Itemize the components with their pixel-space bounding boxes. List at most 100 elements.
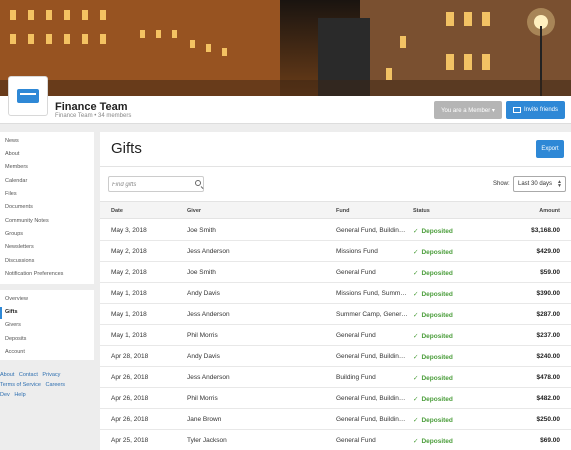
cell-date: May 2, 2018 — [111, 269, 147, 276]
table-row[interactable]: May 2, 2018 Joe Smith General Fund ✓ Deposit… — [100, 262, 571, 283]
cell-giver[interactable]: Phil Morris — [187, 332, 218, 339]
cell-amount: $59.00 — [540, 269, 560, 276]
table-row[interactable]: May 1, 2018 Andy Davis Missions Fund, Summ… — [100, 283, 571, 304]
check-icon: ✓ — [413, 270, 419, 277]
footer-link-contact[interactable]: Contact — [19, 372, 38, 378]
footer-links: About Contact Privacy Terms of Service C… — [0, 370, 94, 400]
cell-giver[interactable]: Andy Davis — [187, 353, 220, 360]
column-header-fund[interactable]: Fund — [336, 208, 349, 214]
table-row[interactable]: May 1, 2018 Phil Morris General Fund ✓ Depos… — [100, 325, 571, 346]
cell-amount: $237.00 — [536, 332, 561, 339]
sidebar-item-discussions[interactable]: Discussions — [5, 258, 34, 264]
cell-date: May 1, 2018 — [111, 332, 147, 339]
cell-giver[interactable]: Andy Davis — [187, 290, 220, 297]
table-row[interactable]: Apr 25, 2018 Tyler Jackson General Fund ✓ De… — [100, 430, 571, 450]
cell-giver[interactable]: Phil Morris — [187, 395, 218, 402]
sidebar-item-documents[interactable]: Documents — [5, 204, 33, 210]
sidebar-item-files[interactable]: Files — [5, 191, 17, 197]
cover-photo — [0, 0, 571, 96]
cell-status: ✓ Deposited — [413, 353, 453, 361]
cell-fund: Missions Fund — [336, 248, 378, 255]
sidebar-item-members[interactable]: Members — [5, 164, 28, 170]
membership-dropdown[interactable]: You are a Member ▾ — [434, 101, 502, 119]
cell-amount: $390.00 — [536, 290, 561, 297]
subnav-item-givers[interactable]: Givers — [5, 322, 21, 328]
cell-amount: $250.00 — [536, 416, 561, 423]
status-label: Deposited — [421, 333, 453, 340]
sidebar-item-calendar[interactable]: Calendar — [5, 178, 27, 184]
sidebar-item-news[interactable]: News — [5, 138, 19, 144]
table-row[interactable]: May 3, 2018 Joe Smith General Fund, Buildi… — [100, 220, 571, 241]
status-label: Deposited — [421, 417, 453, 424]
cell-fund: Missions Fund, Summer Camp — [336, 290, 408, 297]
table-row[interactable]: Apr 26, 2018 Jess Anderson Building Fund ✓ D… — [100, 367, 571, 388]
cell-date: Apr 26, 2018 — [111, 374, 149, 381]
cell-amount: $482.00 — [536, 395, 561, 402]
footer-link-about[interactable]: About — [0, 372, 14, 378]
caret-icon: ▲ ▼ — [557, 179, 562, 189]
cell-giver[interactable]: Jane Brown — [187, 416, 221, 423]
group-name[interactable]: Finance Team — [55, 101, 128, 113]
subnav-item-deposits[interactable]: Deposits — [5, 336, 26, 342]
check-icon: ✓ — [413, 417, 419, 424]
cell-fund: General Fund — [336, 437, 376, 444]
sidebar-item-community-notes[interactable]: Community Notes — [5, 218, 49, 224]
subnav-item-account[interactable]: Account — [5, 349, 25, 355]
footer-link-dev[interactable]: Dev — [0, 392, 10, 398]
active-indicator — [0, 307, 2, 319]
sidebar-item-notification-preferences[interactable]: Notification Preferences — [5, 271, 63, 277]
table-row[interactable]: May 2, 2018 Jess Anderson Missions Fund ✓ De… — [100, 241, 571, 262]
cell-giver[interactable]: Joe Smith — [187, 227, 216, 234]
cell-fund: General Fund, Building Fund — [336, 227, 408, 234]
column-header-status[interactable]: Status — [413, 208, 430, 214]
cell-date: Apr 25, 2018 — [111, 437, 149, 444]
cell-status: ✓ Deposited — [413, 311, 453, 319]
cell-giver[interactable]: Jess Anderson — [187, 374, 230, 381]
subnav-item-gifts[interactable]: Gifts — [5, 309, 18, 315]
sidebar-item-groups[interactable]: Groups — [5, 231, 23, 237]
check-icon: ✓ — [413, 291, 419, 298]
column-header-amount[interactable]: Amount — [539, 208, 560, 214]
column-header-giver[interactable]: Giver — [187, 208, 201, 214]
group-avatar[interactable] — [8, 76, 48, 116]
cell-date: May 3, 2018 — [111, 227, 147, 234]
status-label: Deposited — [421, 291, 453, 298]
cell-giver[interactable]: Joe Smith — [187, 269, 216, 276]
table-row[interactable]: May 1, 2018 Jess Anderson Summer Camp, Gen… — [100, 304, 571, 325]
footer-link-help[interactable]: Help — [14, 392, 25, 398]
cell-giver[interactable]: Tyler Jackson — [187, 437, 227, 444]
check-icon: ✓ — [413, 438, 419, 445]
check-icon: ✓ — [413, 228, 419, 235]
invite-friends-label: Invite friends — [523, 107, 559, 113]
cell-fund: General Fund — [336, 269, 376, 276]
credit-card-icon — [17, 89, 39, 103]
status-label: Deposited — [421, 438, 453, 445]
sidebar-item-newsletters[interactable]: Newsletters — [5, 244, 34, 250]
cell-date: May 1, 2018 — [111, 290, 147, 297]
footer-link-privacy[interactable]: Privacy — [42, 372, 60, 378]
table-row[interactable]: Apr 26, 2018 Jane Brown General Fund, Buil… — [100, 409, 571, 430]
cell-status: ✓ Deposited — [413, 332, 453, 340]
footer-link-terms[interactable]: Terms of Service — [0, 382, 41, 388]
table-row[interactable]: Apr 28, 2018 Andy Davis General Fund, Buil… — [100, 346, 571, 367]
sidebar-item-about[interactable]: About — [5, 151, 19, 157]
search-input[interactable] — [112, 179, 188, 190]
export-button[interactable]: Export — [536, 140, 564, 158]
cell-fund: General Fund — [336, 332, 376, 339]
subnav-item-overview[interactable]: Overview — [5, 296, 28, 302]
table-row[interactable]: Apr 26, 2018 Phil Morris General Fund, Bui… — [100, 388, 571, 409]
page-title: Gifts — [111, 140, 142, 157]
cell-giver[interactable]: Jess Anderson — [187, 311, 230, 318]
footer-link-careers[interactable]: Careers — [46, 382, 66, 388]
check-icon: ✓ — [413, 354, 419, 361]
date-range-select[interactable]: Last 30 days ▲ ▼ — [513, 176, 566, 192]
table-header: Date Giver Fund Status Amount — [100, 201, 571, 219]
invite-friends-button[interactable]: Invite friends — [506, 101, 565, 119]
search-icon[interactable] — [195, 180, 201, 186]
status-label: Deposited — [421, 312, 453, 319]
cell-date: Apr 28, 2018 — [111, 353, 149, 360]
column-header-date[interactable]: Date — [111, 208, 123, 214]
date-range-value: Last 30 days — [518, 181, 553, 187]
cell-giver[interactable]: Jess Anderson — [187, 248, 230, 255]
cell-status: ✓ Deposited — [413, 395, 453, 403]
